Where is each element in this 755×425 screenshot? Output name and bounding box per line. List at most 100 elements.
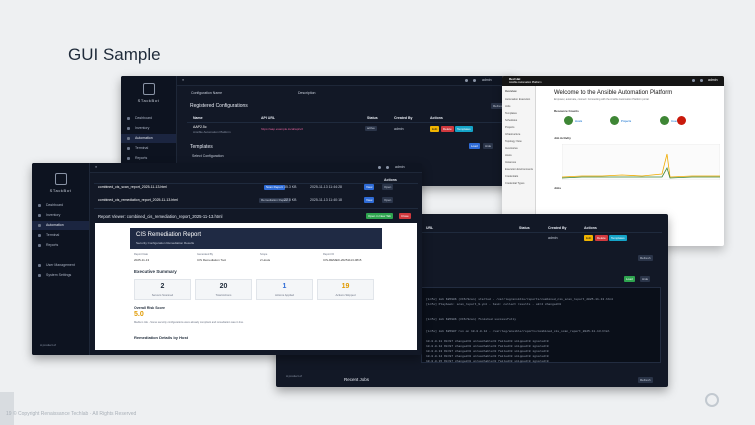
file-size: 27.8 KB xyxy=(284,198,297,202)
aap-nav-execution[interactable]: Automation Execution xyxy=(505,98,530,101)
aap-nav-ee[interactable]: Execution Environments xyxy=(505,168,533,171)
log-ok: Ok=97 xyxy=(444,340,454,343)
nav-dashboard[interactable]: Dashboard xyxy=(121,114,176,123)
nav-dashboard[interactable]: Dashboard xyxy=(32,201,89,210)
dashboard-icon xyxy=(38,204,41,207)
nav-system-settings[interactable]: System Settings xyxy=(32,271,89,280)
card-caption: Actions Skipped xyxy=(335,293,356,297)
meta-label: Scope xyxy=(260,253,268,256)
aap-nav-hosts[interactable]: Hosts xyxy=(505,154,512,157)
nav-inventory[interactable]: Inventory xyxy=(121,124,176,133)
log-unreachable: unreachable=0 xyxy=(472,345,497,348)
file-name[interactable]: combined_cis_scan_report_2025-11-13.html xyxy=(98,185,167,189)
meta-value: CIS Remediation Tool xyxy=(197,258,226,262)
terminal-icon xyxy=(127,147,130,150)
nav-user-management[interactable]: User Management xyxy=(32,261,89,270)
load-button[interactable]: Load xyxy=(624,276,635,282)
nav-automation[interactable]: Automation xyxy=(32,221,89,230)
hide-button[interactable]: Hide xyxy=(640,276,651,282)
aap-jobs: Jobs xyxy=(554,186,562,190)
divider xyxy=(187,122,510,123)
aap-nav-credential-types[interactable]: Credential Types xyxy=(505,182,524,185)
aap-welcome-sub: Empower, automate, connect: Connecting w… xyxy=(554,98,650,101)
hide-button[interactable]: Hide xyxy=(483,143,494,149)
refresh-jobs-button[interactable]: Refresh xyxy=(638,377,653,383)
settings-icon[interactable] xyxy=(386,166,389,169)
aap-nav-infrastructure[interactable]: Infrastructure xyxy=(505,133,520,136)
nav-terminal[interactable]: Terminal xyxy=(121,144,176,153)
user-menu[interactable]: admin xyxy=(482,78,492,82)
aap-help-icon[interactable] xyxy=(692,79,695,82)
aap-user[interactable]: admin xyxy=(708,78,718,82)
log-skipped: skipped=0 xyxy=(514,340,531,343)
log-ignored: ignored=0 xyxy=(532,340,549,343)
edit-button[interactable]: Edit xyxy=(584,235,594,241)
notification-icon[interactable] xyxy=(465,79,468,82)
refresh-button[interactable]: Refresh xyxy=(638,255,653,261)
nav-inventory[interactable]: Inventory xyxy=(32,211,89,220)
delete-button[interactable]: Delete xyxy=(441,126,454,132)
log-changed: changed=0 xyxy=(454,355,472,358)
log-changed: changed=0 xyxy=(454,350,472,353)
settings-icon xyxy=(38,274,41,277)
header-created-by: Created By xyxy=(394,116,413,120)
delete-button[interactable]: Delete xyxy=(595,235,608,241)
edit-button[interactable]: Edit xyxy=(430,126,440,132)
log-failed: failed=0 xyxy=(498,355,513,358)
config-api-url[interactable]: https://aap.example.local/api/v2 xyxy=(261,127,303,131)
templates-title: Templates xyxy=(190,144,213,150)
menu-icon[interactable]: ≡ xyxy=(182,78,184,82)
aap-nav-overview[interactable]: Overview xyxy=(505,90,517,93)
aap-bell-icon[interactable] xyxy=(700,79,703,82)
nav-reports[interactable]: Reports xyxy=(32,241,89,250)
view-button[interactable]: View xyxy=(364,197,375,203)
aap-nav-templates[interactable]: Templates xyxy=(505,112,517,115)
powered-by: A product of xyxy=(286,374,303,378)
open-new-tab-button[interactable]: Open in New Tab xyxy=(366,213,393,219)
open-button[interactable]: Open xyxy=(382,184,394,190)
aap-product: Ansible Automation Platform xyxy=(509,81,542,84)
aap-nav-schedules[interactable]: Schedules xyxy=(505,119,517,122)
aap-nav-projects[interactable]: Projects xyxy=(505,126,514,129)
report-document[interactable]: CIS Remediation Report Security Configur… xyxy=(95,223,417,350)
report-header: CIS Remediation Report Security Configur… xyxy=(130,228,382,249)
log-line: [info] Job 685906 (CIS/Scan) finished su… xyxy=(426,318,517,321)
load-button[interactable]: Load xyxy=(469,143,480,149)
open-button[interactable]: Open xyxy=(382,197,394,203)
card-value: 19 xyxy=(341,283,350,290)
aap-nav-credentials[interactable]: Credentials xyxy=(505,175,518,178)
logo-circle-icon xyxy=(705,393,719,407)
header-actions: Actions xyxy=(430,116,443,120)
aap-hosts-link[interactable]: Hosts xyxy=(575,119,582,123)
templates-button[interactable]: Templates xyxy=(455,126,473,132)
log-ignored: ignored=0 xyxy=(532,345,549,348)
settings-icon[interactable] xyxy=(473,79,476,82)
risk-value: 5.0 xyxy=(134,311,144,318)
menu-icon[interactable]: ≡ xyxy=(95,165,97,169)
log-skipped: skipped=0 xyxy=(514,355,531,358)
details-title: Remediation Details by Host xyxy=(134,335,189,340)
aap-nav-inventories[interactable]: Inventories xyxy=(505,147,518,150)
aap-nav-instances[interactable]: Instances xyxy=(505,161,516,164)
aap-projects-link[interactable]: Projects xyxy=(621,119,631,123)
failed-status-icon xyxy=(677,116,686,125)
report-subtitle: Security Configuration Remediation Resul… xyxy=(136,241,195,245)
terminal-log[interactable]: [info] Job 685906 (CIS/Scan) started - /… xyxy=(421,287,661,363)
nav-automation[interactable]: Automation xyxy=(121,134,176,143)
aap-nav-jobs[interactable]: Jobs xyxy=(505,105,510,108)
nav-terminal[interactable]: Terminal xyxy=(32,231,89,240)
nav-reports[interactable]: Reports xyxy=(121,154,176,163)
user-menu[interactable]: admin xyxy=(395,165,405,169)
file-date: 2025-11-13 11:44:28 xyxy=(310,185,342,189)
header-actions: Actions xyxy=(384,178,397,182)
summary-card: 1 Actions Applied xyxy=(256,279,313,300)
notification-icon[interactable] xyxy=(378,166,381,169)
aap-nav-topology[interactable]: Topology View xyxy=(505,140,522,143)
file-name[interactable]: combined_cis_remediation_report_2025-11-… xyxy=(98,198,178,202)
meta-value: 2 Hosts xyxy=(260,258,271,262)
view-button[interactable]: View xyxy=(364,184,375,190)
select-config-label: Select Configuration xyxy=(192,154,224,158)
templates-button[interactable]: Templates xyxy=(609,235,627,241)
column-config-name: Configuration Name xyxy=(191,91,223,95)
close-viewer-button[interactable]: Close xyxy=(399,213,411,219)
